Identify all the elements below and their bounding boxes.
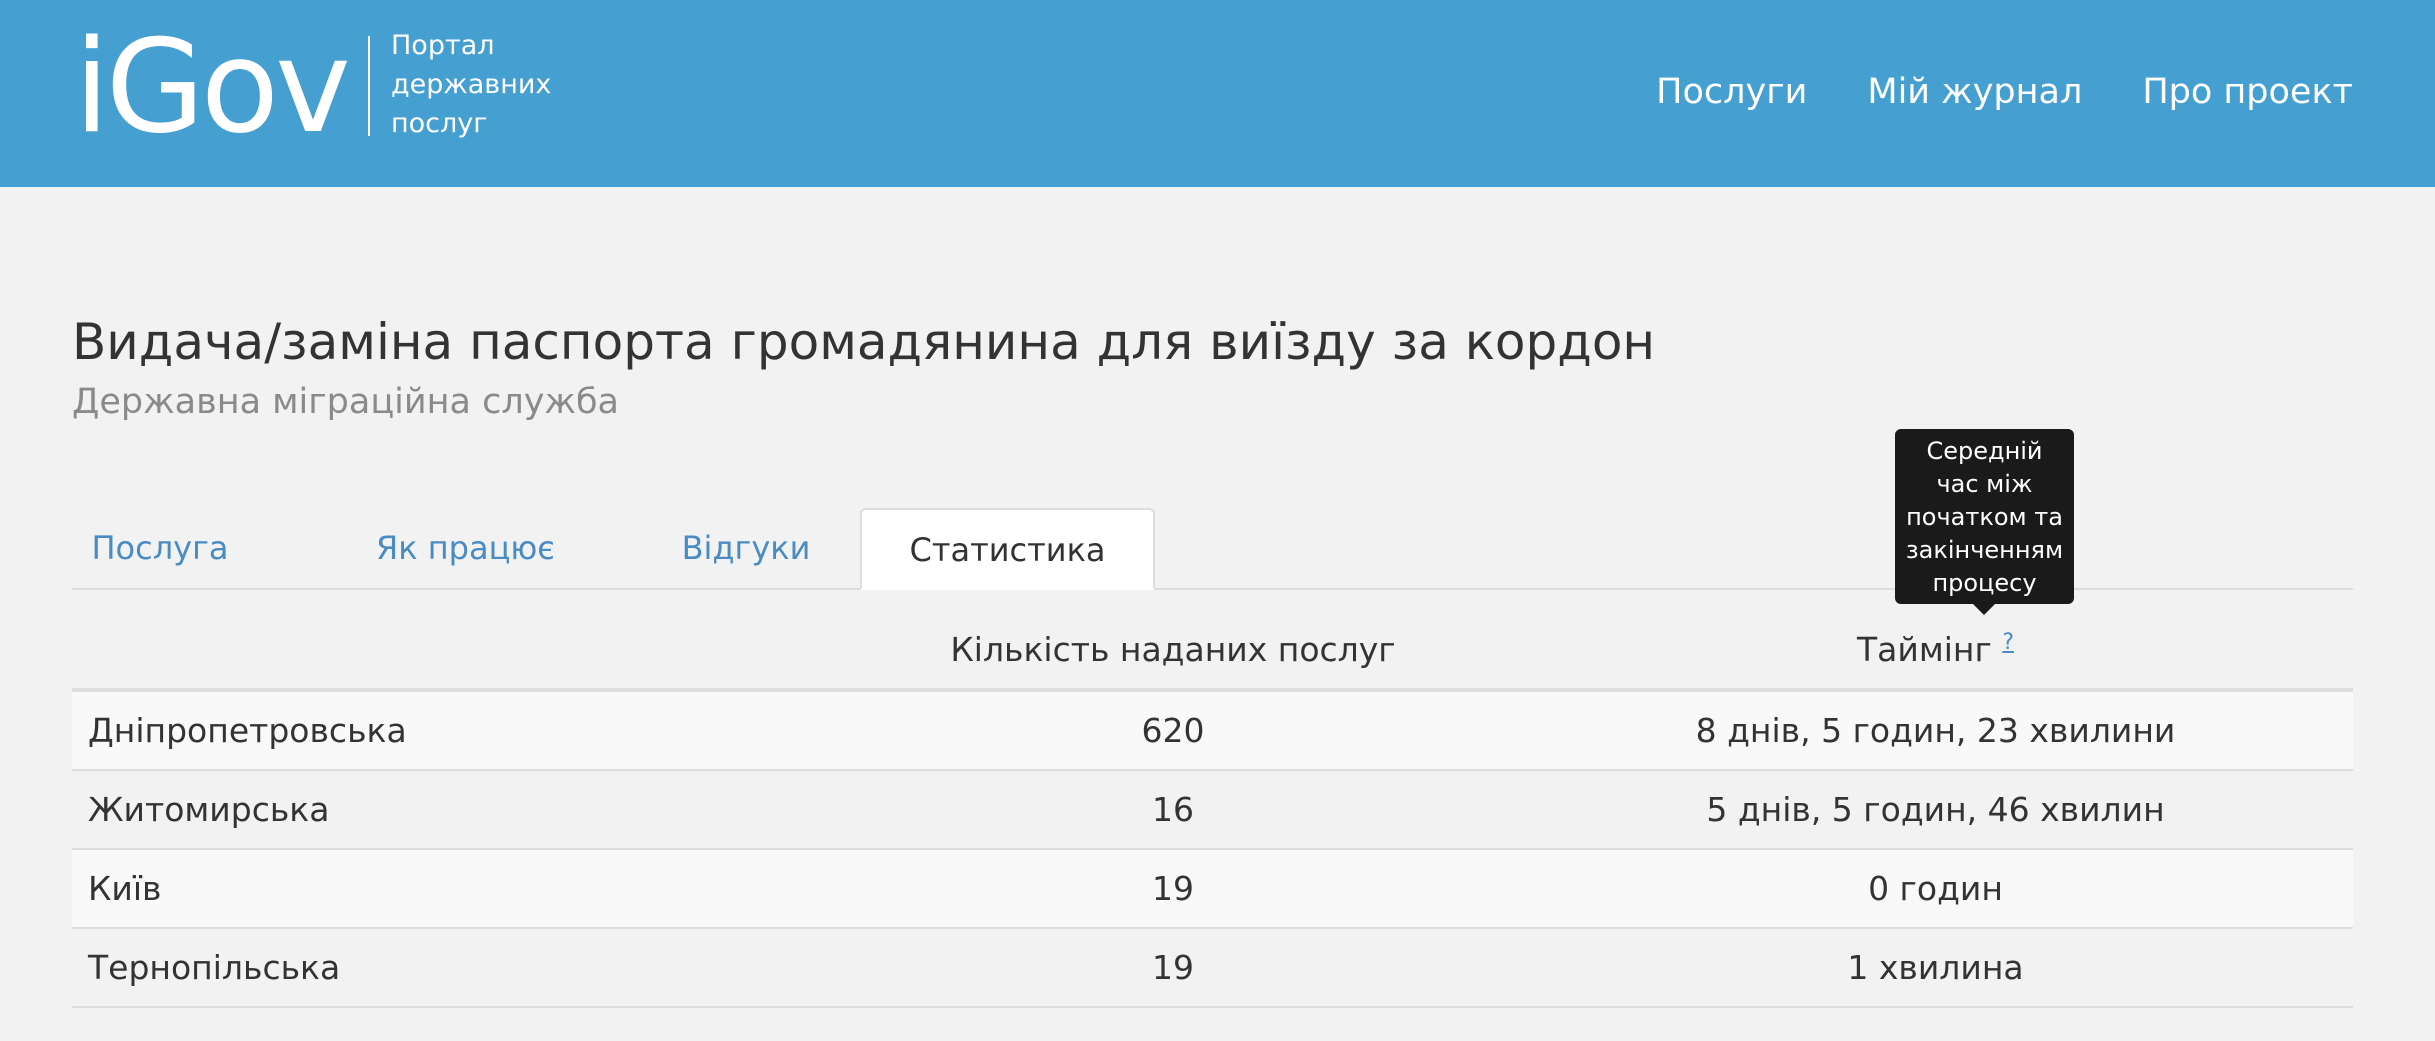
- timing-tooltip: Середній час між початком та закінченням…: [1895, 429, 2074, 604]
- table-row: Житомирська 16 5 днів, 5 годин, 46 хвили…: [72, 770, 2353, 850]
- service-agency: Державна міграційна служба: [72, 382, 619, 422]
- tooltip-line: початком та: [1906, 503, 2063, 531]
- tooltip-line: процесу: [1932, 569, 2037, 597]
- tagline-line: Портал: [391, 30, 495, 61]
- table-row: Тернопільська 19 1 хвилина: [72, 928, 2353, 1008]
- nav-my-journal-link[interactable]: Мій журнал: [1867, 70, 2082, 114]
- timing-help-link[interactable]: ?: [2002, 630, 2014, 655]
- tagline-line: державних: [391, 69, 552, 100]
- count-cell: 620: [828, 690, 1518, 771]
- tab-statistics[interactable]: Статистика: [860, 508, 1155, 590]
- tooltip-line: закінченням: [1905, 536, 2064, 564]
- table-row: Київ 19 0 годин: [72, 849, 2353, 929]
- region-cell: Дніпропетровська: [72, 690, 828, 771]
- nav-services-link[interactable]: Послуги: [1656, 70, 1807, 114]
- tagline-line: послуг: [391, 108, 488, 139]
- timing-cell: 5 днів, 5 годин, 46 хвилин: [1518, 770, 2353, 850]
- region-column-header: [72, 610, 828, 692]
- region-cell: Житомирська: [72, 770, 828, 850]
- region-cell: Київ: [72, 849, 828, 929]
- count-column-header: Кількість наданих послуг: [828, 610, 1518, 692]
- portal-tagline: Портал державних послуг: [391, 26, 591, 143]
- igov-logo[interactable]: iGov: [74, 18, 351, 158]
- count-cell: 16: [828, 770, 1518, 850]
- timing-cell: 1 хвилина: [1518, 928, 2353, 1008]
- main-nav: Послуги Мій журнал Про проект: [1656, 70, 2353, 114]
- nav-about-link[interactable]: Про проект: [2142, 70, 2353, 114]
- tooltip-arrow: [1972, 603, 1996, 615]
- statistics-table: Кількість наданих послуг Таймінг ? Дніпр…: [72, 610, 2353, 1008]
- tab-reviews[interactable]: Відгуки: [656, 508, 836, 588]
- count-cell: 19: [828, 849, 1518, 929]
- tooltip-line: Середній: [1926, 437, 2043, 465]
- timing-column-header: Таймінг ?: [1518, 610, 2353, 692]
- region-cell: Тернопільська: [72, 928, 828, 1008]
- tab-service[interactable]: Послуга: [72, 508, 248, 588]
- page-title: Видача/заміна паспорта громадянина для в…: [72, 313, 1656, 371]
- timing-header-label: Таймінг: [1857, 629, 1992, 669]
- timing-cell: 0 годин: [1518, 849, 2353, 929]
- table-row: Дніпропетровська 620 8 днів, 5 годин, 23…: [72, 690, 2353, 771]
- site-header: iGov Портал державних послуг Послуги Мій…: [0, 0, 2435, 187]
- tab-how-it-works[interactable]: Як працює: [376, 508, 555, 588]
- count-cell: 19: [828, 928, 1518, 1008]
- tooltip-line: час між: [1936, 470, 2033, 498]
- table-header-row: Кількість наданих послуг Таймінг ?: [72, 610, 2353, 692]
- timing-cell: 8 днів, 5 годин, 23 хвилини: [1518, 690, 2353, 771]
- logo-divider: [368, 36, 370, 136]
